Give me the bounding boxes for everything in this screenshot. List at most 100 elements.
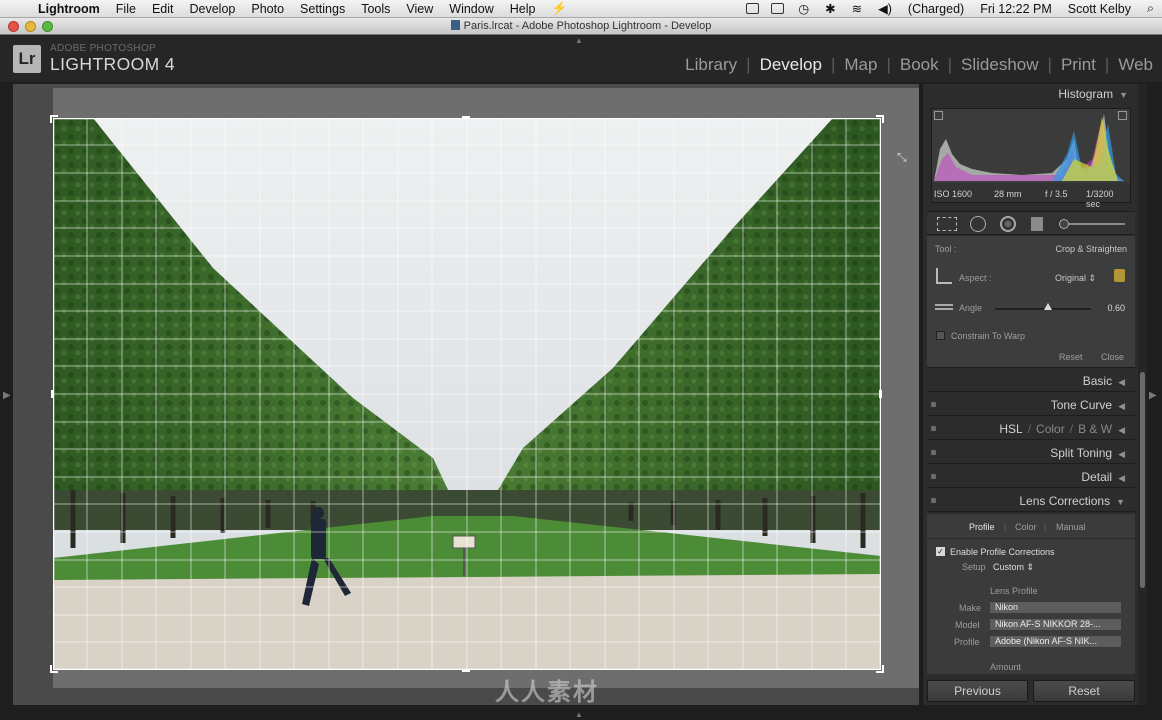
shadow-clipping-icon[interactable] — [934, 111, 943, 120]
volume-icon[interactable]: ◀) — [870, 1, 900, 16]
module-map[interactable]: Map — [835, 55, 886, 75]
close-window-button[interactable] — [8, 21, 19, 32]
angle-slider-thumb[interactable] — [1043, 303, 1052, 310]
menu-lightroom[interactable]: Lightroom — [30, 2, 108, 16]
menu-settings[interactable]: Settings — [292, 2, 353, 16]
photo-canvas[interactable]: ⤡ — [13, 84, 919, 705]
panel-split-toning[interactable]: Split Toning ◀ — [927, 442, 1135, 464]
tab-divider: / — [1069, 422, 1074, 436]
spotlight-search-icon[interactable]: ⌕ — [1139, 1, 1162, 16]
panel-split-toning-title: Split Toning — [1050, 446, 1113, 460]
crop-overlay-tool-icon[interactable] — [937, 217, 957, 231]
constrain-warp-checkbox[interactable] — [936, 331, 945, 340]
expand-filmstrip-icon[interactable]: ▲ — [575, 710, 583, 719]
user-name[interactable]: Scott Kelby — [1060, 2, 1139, 16]
shutter-readout: 1/3200 sec — [1086, 189, 1114, 209]
aspect-lock-icon[interactable] — [1114, 269, 1125, 282]
spot-removal-tool-icon[interactable] — [970, 216, 986, 232]
panel-color-tab[interactable]: Color — [1036, 422, 1065, 436]
crop-handle-top[interactable] — [462, 116, 470, 119]
collapse-right-panel-icon[interactable]: ▶ — [1149, 390, 1157, 401]
expand-triangle-icon: ◀ — [1118, 401, 1125, 411]
panel-switch-icon[interactable] — [931, 474, 936, 479]
profile-select[interactable]: Adobe (Nikon AF-S NIK... — [989, 635, 1122, 648]
menu-file[interactable]: File — [108, 2, 144, 16]
angle-value[interactable]: 0.60 — [1107, 303, 1125, 313]
module-book[interactable]: Book — [891, 55, 948, 75]
time-machine-icon[interactable]: ◷ — [790, 1, 817, 16]
histogram[interactable]: ISO 1600 28 mm f / 3.5 1/3200 sec — [931, 108, 1131, 209]
aperture-readout: f / 3.5 — [1045, 189, 1068, 199]
zoom-window-button[interactable] — [42, 21, 53, 32]
setup-select[interactable]: Custom ⇕ — [993, 562, 1034, 573]
battery-status[interactable]: (Charged) — [900, 2, 972, 16]
highlight-clipping-icon[interactable] — [1118, 111, 1127, 120]
module-library[interactable]: Library — [676, 55, 746, 75]
window-title: Paris.lrcat - Adobe Photoshop Lightroom … — [463, 20, 712, 32]
panel-switch-icon[interactable] — [931, 402, 936, 407]
script-icon[interactable]: ⚡ — [543, 1, 575, 16]
profile-select-value: Adobe (Nikon AF-S NIK... — [995, 636, 1098, 646]
crop-handle-left[interactable] — [51, 390, 54, 398]
make-select[interactable]: Nikon — [989, 601, 1122, 614]
crop-close-button[interactable]: Close — [1101, 352, 1124, 362]
histogram-header[interactable]: Histogram ▼ — [1058, 87, 1128, 101]
panel-basic[interactable]: Basic ◀ — [927, 370, 1135, 392]
histogram-title: Histogram — [1058, 87, 1114, 101]
panel-tone-curve-title: Tone Curve — [1050, 398, 1113, 412]
module-web[interactable]: Web — [1109, 55, 1162, 75]
lens-tab-color[interactable]: Color — [1015, 522, 1037, 532]
module-develop[interactable]: Develop — [751, 55, 831, 75]
aspect-select[interactable]: Original ⇕ — [1055, 273, 1096, 284]
red-eye-tool-icon[interactable] — [1000, 216, 1016, 232]
module-slideshow[interactable]: Slideshow — [952, 55, 1048, 75]
crop-handle-right[interactable] — [879, 390, 882, 398]
graduated-filter-tool-icon[interactable] — [1031, 217, 1043, 231]
enable-profile-checkbox[interactable]: ✓ — [936, 547, 945, 556]
menu-view[interactable]: View — [398, 2, 441, 16]
panel-tone-curve[interactable]: Tone Curve ◀ — [927, 394, 1135, 416]
panel-switch-icon[interactable] — [931, 498, 936, 503]
model-select[interactable]: Nikon AF-S NIKKOR 28-... — [989, 618, 1122, 631]
panel-switch-icon[interactable] — [931, 450, 936, 455]
module-print[interactable]: Print — [1052, 55, 1105, 75]
status-icon[interactable] — [746, 3, 760, 14]
divider — [927, 538, 1135, 539]
menu-edit[interactable]: Edit — [144, 2, 182, 16]
panel-lens-corrections[interactable]: Lens Corrections ▼ — [927, 490, 1135, 512]
lens-tab-manual[interactable]: Manual — [1056, 522, 1086, 532]
crop-reset-button[interactable]: Reset — [1059, 352, 1083, 362]
crop-handle-top-left[interactable] — [50, 115, 58, 123]
clock[interactable]: Fri 12:22 PM — [972, 2, 1060, 16]
menu-help[interactable]: Help — [502, 2, 544, 16]
crop-handle-bottom-right[interactable] — [876, 665, 884, 673]
photo-crop-area[interactable] — [53, 118, 881, 670]
expand-left-panel-icon[interactable]: ▶ — [3, 390, 11, 401]
reset-button[interactable]: Reset — [1033, 680, 1135, 702]
panel-hsl[interactable]: HSL / Color / B & W ◀ — [927, 418, 1135, 440]
menu-develop[interactable]: Develop — [182, 2, 244, 16]
menu-photo[interactable]: Photo — [243, 2, 292, 16]
lens-profile-title: Lens Profile — [990, 586, 1038, 596]
crop-handle-top-right[interactable] — [876, 115, 884, 123]
panel-bw-tab[interactable]: B & W — [1078, 422, 1112, 436]
menu-window[interactable]: Window — [441, 2, 501, 16]
crop-frame-tool-icon[interactable] — [936, 268, 952, 284]
wifi-icon[interactable]: ≋ — [844, 1, 870, 16]
bluetooth-icon[interactable]: ✱ — [817, 1, 843, 16]
display-icon[interactable] — [771, 3, 785, 14]
crop-handle-bottom[interactable] — [462, 669, 470, 672]
panel-hsl-title[interactable]: HSL — [999, 422, 1022, 436]
collapse-top-panel-icon[interactable]: ▲ — [575, 36, 583, 45]
crop-handle-bottom-left[interactable] — [50, 665, 58, 673]
profile-label: Profile — [954, 637, 980, 647]
panel-switch-icon[interactable] — [931, 426, 936, 431]
menu-tools[interactable]: Tools — [353, 2, 398, 16]
module-picker: Library | Develop | Map | Book | Slideshow | … — [676, 55, 1162, 75]
lens-tab-profile[interactable]: Profile — [969, 522, 995, 532]
right-panel-scrollbar[interactable] — [1140, 372, 1145, 588]
previous-button[interactable]: Previous — [927, 680, 1028, 702]
straighten-tool-icon[interactable] — [935, 304, 953, 310]
panel-detail[interactable]: Detail ◀ — [927, 466, 1135, 488]
minimize-window-button[interactable] — [25, 21, 36, 32]
